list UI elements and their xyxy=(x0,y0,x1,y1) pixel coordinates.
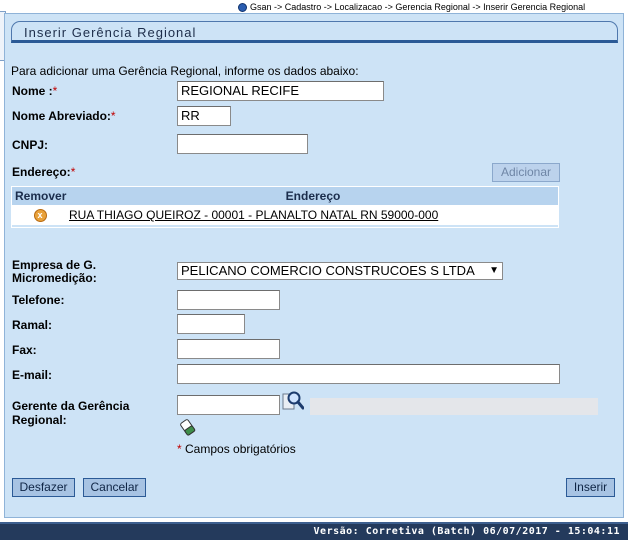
gsan-globe-icon xyxy=(238,2,247,12)
telefone-label: Telefone: xyxy=(12,293,65,307)
desfazer-button[interactable]: Desfazer xyxy=(12,478,75,497)
header-remover: Remover xyxy=(15,189,67,203)
cancelar-button[interactable]: Cancelar xyxy=(83,478,146,497)
nome-abreviado-label: Nome Abreviado:* xyxy=(12,109,116,123)
breadcrumb-text: Gsan -> Cadastro -> Localizacao -> Geren… xyxy=(250,2,586,12)
telefone-field[interactable] xyxy=(177,290,280,310)
cnpj-label: CNPJ: xyxy=(12,138,49,152)
version-footer: Versão: Corretiva (Batch) 06/07/2017 - 1… xyxy=(0,522,628,540)
nome-abreviado-field[interactable]: RR xyxy=(177,106,231,126)
ramal-label: Ramal: xyxy=(12,318,53,332)
endereco-label: Endereço:* xyxy=(12,165,76,179)
fax-label: Fax: xyxy=(12,343,37,357)
nome-label: Nome :* xyxy=(12,84,58,98)
empresa-select[interactable]: PELICANO COMERCIO CONSTRUCOES S LTDA ▼ xyxy=(177,262,503,280)
address-table: Remover Endereço x RUA THIAGO QUEIROZ - … xyxy=(11,186,559,228)
address-table-header: Remover Endereço xyxy=(12,187,558,205)
main-panel: Inserir Gerência Regional Para adicionar… xyxy=(4,13,624,518)
gerente-label: Gerente da Gerência Regional: xyxy=(12,399,130,427)
intro-text: Para adicionar uma Gerência Regional, in… xyxy=(11,64,359,78)
eraser-icon[interactable] xyxy=(179,418,197,436)
chevron-down-icon: ▼ xyxy=(489,265,499,276)
fax-field[interactable] xyxy=(177,339,280,359)
gerente-name-display xyxy=(310,398,598,415)
breadcrumb: Gsan -> Cadastro -> Localizacao -> Geren… xyxy=(238,1,585,13)
panel-title-bar: Inserir Gerência Regional xyxy=(11,21,618,43)
required-fields-note: * Campos obrigatórios xyxy=(177,442,296,456)
empresa-label: Empresa de G. Micromedição: xyxy=(12,258,97,285)
address-link[interactable]: RUA THIAGO QUEIROZ - 00001 - PLANALTO NA… xyxy=(69,208,438,222)
email-field[interactable] xyxy=(177,364,560,384)
table-row: x RUA THIAGO QUEIROZ - 00001 - PLANALTO … xyxy=(12,205,558,225)
remove-x-icon[interactable]: x xyxy=(33,208,47,222)
magnifier-search-icon[interactable] xyxy=(282,390,304,412)
gerente-field[interactable] xyxy=(177,395,280,415)
header-endereco: Endereço xyxy=(285,189,341,203)
empresa-selected-value: PELICANO COMERCIO CONSTRUCOES S LTDA xyxy=(181,263,475,278)
adicionar-button[interactable]: Adicionar xyxy=(492,163,560,182)
nome-field[interactable]: REGIONAL RECIFE xyxy=(177,81,384,101)
cnpj-field[interactable] xyxy=(177,134,308,154)
version-text: Versão: Corretiva (Batch) 06/07/2017 - 1… xyxy=(313,526,620,537)
email-label: E-mail: xyxy=(12,368,53,382)
ramal-field[interactable] xyxy=(177,314,245,334)
page-title: Inserir Gerência Regional xyxy=(24,25,197,40)
inserir-button[interactable]: Inserir xyxy=(566,478,615,497)
